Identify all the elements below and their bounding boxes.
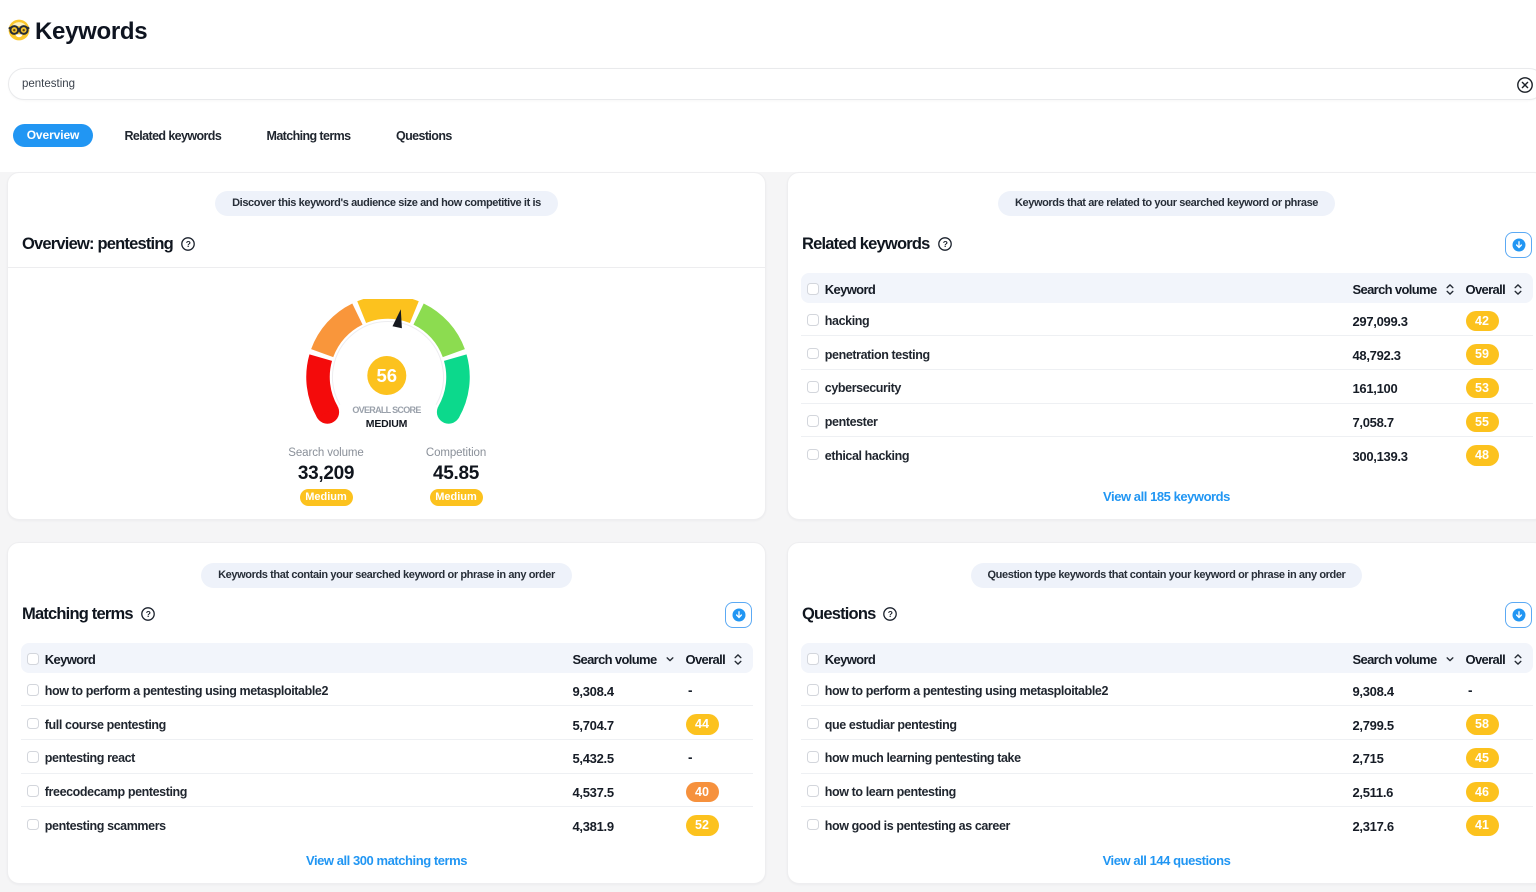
svg-text:?: ? [186,239,191,249]
svg-text:?: ? [146,609,151,619]
svg-text:?: ? [888,609,893,619]
svg-text:?: ? [942,239,947,249]
svg-text:56: 56 [376,365,397,386]
